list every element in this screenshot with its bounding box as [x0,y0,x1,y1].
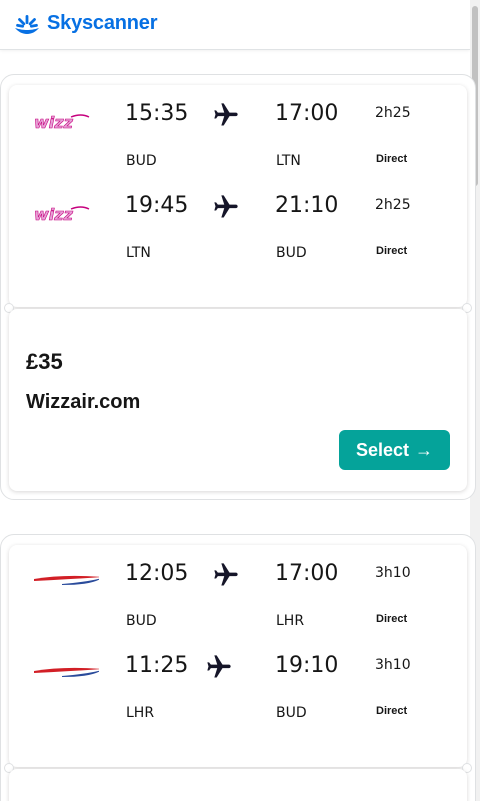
arrival-airport: BUD [276,245,307,261]
flight-duration: 3h10 [375,565,411,581]
flight-leg-outbound: 12:05 17:00 3h10 BUD LHR Direct [9,547,467,639]
arrival-airport: LHR [276,613,305,629]
svg-text:wizz: wizz [34,205,74,224]
price-panel [9,769,467,801]
departure-airport: LTN [126,245,151,261]
departure-time: 15:35 [125,101,189,126]
select-button[interactable]: Select → [339,430,450,470]
flight-leg-return: wizz 19:45 21:10 2h25 LTN BUD Direct [9,179,467,271]
departure-time: 11:25 [125,653,189,678]
departure-airport: BUD [126,613,157,629]
stops-label: Direct [376,245,408,257]
departure-time: 12:05 [125,561,189,586]
flight-duration: 2h25 [375,197,411,213]
price-panel: £35 Wizzair.com Select → [9,309,467,491]
wizzair-logo: wizz [34,113,90,132]
arrival-time: 19:10 [275,653,339,678]
app-header: Skyscanner [0,0,470,50]
airplane-icon [214,195,238,218]
arrival-airport: LTN [276,153,301,169]
flight-leg-outbound: wizz 15:35 17:00 2h25 BUD LTN Direct [9,87,467,179]
itinerary-legs: wizz 15:35 17:00 2h25 BUD LTN Direct wiz… [9,85,467,307]
select-button-label: Select [355,439,410,460]
stops-label: Direct [376,153,408,165]
flight-duration: 3h10 [375,657,411,673]
provider-name: Wizzair.com [26,391,141,413]
flight-leg-return: 11:25 19:10 3h10 LHR BUD Direct [9,639,467,731]
departure-airport: BUD [126,153,157,169]
arrival-time: 17:00 [275,101,339,126]
result-card[interactable]: wizz 15:35 17:00 2h25 BUD LTN Direct wiz… [0,74,476,500]
skyscanner-logo[interactable]: Skyscanner [10,12,157,35]
price: £35 [26,349,63,374]
itinerary-legs: 12:05 17:00 3h10 BUD LHR Direct 11:25 19… [9,545,467,767]
stops-label: Direct [376,613,408,625]
airplane-icon [214,103,238,126]
arrival-time: 17:00 [275,561,339,586]
departure-time: 19:45 [125,193,189,218]
flight-duration: 2h25 [375,105,411,121]
svg-text:wizz: wizz [34,113,74,132]
british-airways-logo [34,667,99,677]
airplane-icon [214,563,238,586]
wizzair-logo: wizz [34,205,90,224]
result-card[interactable]: 12:05 17:00 3h10 BUD LHR Direct 11:25 19… [0,534,476,801]
departure-airport: LHR [126,705,155,721]
brand-name: Skyscanner [47,12,158,34]
sunrise-logo-icon [15,14,39,34]
arrow-right-icon: → [415,439,434,460]
arrival-time: 21:10 [275,193,339,218]
arrival-airport: BUD [276,705,307,721]
british-airways-logo [34,575,99,585]
stops-label: Direct [376,705,408,717]
airplane-icon [207,655,231,678]
